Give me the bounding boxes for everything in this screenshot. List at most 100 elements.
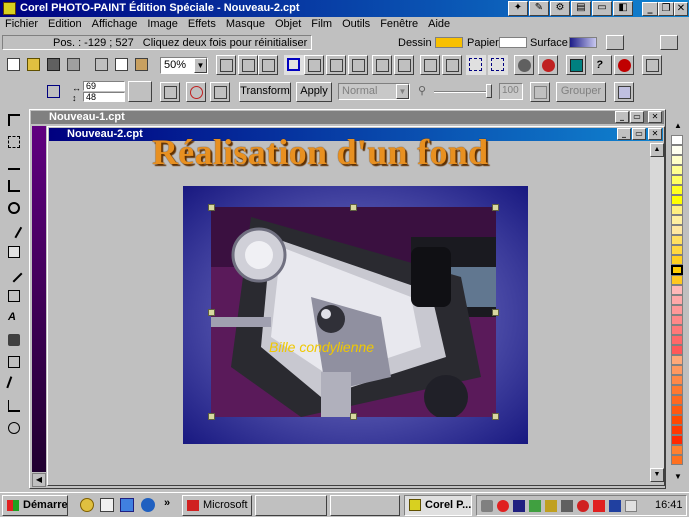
menu-fichier[interactable]: Fichier (0, 17, 43, 33)
front-maximize-button[interactable]: ▭ (632, 128, 646, 140)
tray-speaker-icon[interactable] (545, 500, 557, 512)
surface-color-swatch[interactable] (569, 37, 597, 48)
tray-antivirus-icon[interactable] (497, 500, 509, 512)
palette-swatch[interactable] (671, 275, 683, 285)
palette-swatch[interactable] (671, 195, 683, 205)
back-scroll-left-icon[interactable]: ◀ (32, 473, 46, 487)
info-icon[interactable] (514, 55, 534, 75)
palette-swatch[interactable] (671, 285, 683, 295)
apple-icon[interactable] (614, 55, 634, 75)
object-bounds-icon[interactable] (488, 55, 508, 75)
pick-tool-icon[interactable] (3, 110, 25, 130)
menu-film[interactable]: Film (306, 17, 337, 33)
interactive-tool-icon[interactable] (3, 352, 25, 372)
palette-swatch[interactable] (671, 355, 683, 365)
object-docker-icon[interactable] (614, 82, 634, 102)
palette-swatch[interactable] (671, 255, 683, 265)
mask-remove-icon[interactable] (348, 55, 368, 75)
canvas-heading[interactable]: Réalisation d'un fond (152, 131, 488, 173)
object-picker-icon[interactable] (284, 55, 304, 75)
palette-swatch[interactable] (671, 145, 683, 155)
eyedropper-tool-icon[interactable] (3, 220, 25, 240)
fill-tool-icon[interactable] (3, 330, 25, 350)
distort-icon[interactable] (186, 82, 206, 102)
dessin-color-swatch[interactable] (435, 37, 463, 48)
quicklaunch-ie-icon[interactable] (80, 498, 94, 512)
cut-icon[interactable] (92, 55, 112, 75)
selection-handle-bottom-right[interactable] (492, 413, 499, 420)
close-button[interactable]: ✕ (674, 2, 688, 16)
menu-objet[interactable]: Objet (270, 17, 306, 33)
selection-handle-bottom[interactable] (350, 413, 357, 420)
tray-misc-icon[interactable] (625, 500, 637, 512)
quicklaunch-more-icon[interactable]: » (164, 497, 170, 509)
selection-handle-left[interactable] (208, 309, 215, 316)
object-marquee-icon[interactable] (420, 55, 440, 75)
quicklaunch-desktop-icon[interactable] (120, 498, 134, 512)
status-select-icon[interactable] (606, 35, 624, 50)
quicklaunch-browser-icon[interactable] (141, 498, 155, 512)
crop-tool-icon[interactable] (3, 176, 25, 196)
front-minimize-button[interactable]: _ (617, 128, 631, 140)
palette-scroll-down-icon[interactable]: ▼ (671, 472, 685, 484)
selection-handle-top-right[interactable] (492, 204, 499, 211)
palette-swatch[interactable] (671, 365, 683, 375)
opacity-slider[interactable] (434, 91, 490, 93)
scroll-up-icon[interactable]: ▲ (650, 143, 664, 157)
group-button[interactable]: Grouper (556, 82, 606, 102)
position-icon[interactable] (44, 82, 64, 102)
zoom-dropdown-icon[interactable]: ▼ (194, 58, 207, 73)
palette-swatch[interactable] (671, 205, 683, 215)
back-maximize-button[interactable]: ▭ (630, 111, 644, 123)
menu-edition[interactable]: Edition (43, 17, 87, 33)
palette-swatch[interactable] (671, 215, 683, 225)
quicklaunch-outlook-icon[interactable] (100, 498, 114, 512)
selection-handle-right[interactable] (492, 309, 499, 316)
maximize-button[interactable]: ❐ (658, 2, 674, 16)
grid-toggle-icon[interactable] (372, 55, 392, 75)
palette-swatch[interactable] (671, 435, 683, 445)
opacity-input[interactable]: 100 (499, 83, 523, 100)
merge-dropdown-icon[interactable]: ▼ (396, 84, 409, 99)
menu-affichage[interactable]: Affichage (87, 17, 143, 33)
monitor-icon[interactable] (566, 55, 586, 75)
file-tray-icon[interactable]: ▤ (571, 1, 591, 16)
paint-tool-icon[interactable] (3, 374, 25, 394)
palette-swatch[interactable] (671, 395, 683, 405)
palette-swatch[interactable] (671, 325, 683, 335)
palette-swatch[interactable] (671, 225, 683, 235)
tray-wordperfect-icon[interactable] (593, 500, 605, 512)
width-input[interactable]: 69 (83, 81, 125, 91)
menu-effets[interactable]: Effets (183, 17, 221, 33)
transform-button[interactable]: Transform (239, 82, 291, 102)
palette-swatch[interactable] (671, 385, 683, 395)
palette-swatch[interactable] (671, 155, 683, 165)
tray-scheduler-icon[interactable] (529, 500, 541, 512)
rectangle-mask-tool-icon[interactable] (3, 132, 25, 152)
settings-tray-icon[interactable]: ⚙ (550, 1, 570, 16)
tray-acrobat-icon[interactable] (577, 500, 589, 512)
palette-scroll-up-icon[interactable]: ▲ (671, 121, 685, 133)
selection-handle-top[interactable] (350, 204, 357, 211)
lock-transparency-icon[interactable] (530, 82, 550, 102)
palette-swatch[interactable] (671, 375, 683, 385)
effect-tool-icon[interactable] (3, 396, 25, 416)
palette-swatch[interactable] (671, 265, 683, 275)
open-folder-icon[interactable] (24, 55, 44, 75)
freehand-mask-tool-icon[interactable] (3, 154, 25, 174)
vertical-scrollbar[interactable]: ▲ ▼ (650, 143, 664, 482)
line-tool-icon[interactable] (3, 264, 25, 284)
zoom-tool-icon[interactable] (3, 198, 25, 218)
paste-icon[interactable] (132, 55, 152, 75)
draw-tray-icon[interactable]: ✎ (529, 1, 549, 16)
new-file-icon[interactable] (4, 55, 24, 75)
palette-swatch[interactable] (671, 175, 683, 185)
status-grid-icon[interactable] (660, 35, 678, 50)
palette-swatch[interactable] (671, 135, 683, 145)
palette-swatch[interactable] (671, 245, 683, 255)
palette-swatch[interactable] (671, 425, 683, 435)
mask-icon[interactable] (304, 55, 324, 75)
app-icon[interactable] (3, 2, 16, 15)
opacity-slider-thumb[interactable] (486, 84, 492, 98)
palette-swatch[interactable] (671, 235, 683, 245)
